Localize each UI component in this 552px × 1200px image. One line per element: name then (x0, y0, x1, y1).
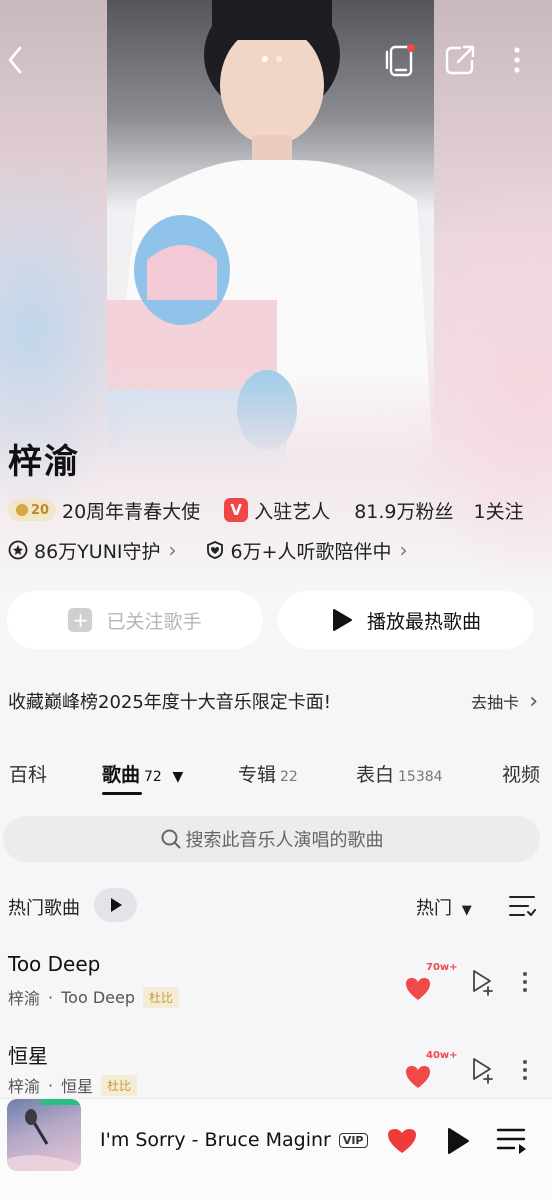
anniversary-badge-icon: 20 (8, 499, 56, 521)
tab-active-indicator (102, 792, 142, 795)
artist-info-row: 20 20周年青春大使 V 入驻艺人 81.9万粉丝 1关注 (8, 494, 548, 526)
vip-badge: VIP (338, 1132, 368, 1148)
more-icon[interactable] (516, 966, 534, 998)
caret-down-icon: ▼ (172, 769, 184, 785)
sort-dropdown[interactable]: 热门 ▼ (416, 894, 472, 920)
song-artist: 梓渝 (8, 989, 41, 1008)
tab-songs[interactable]: 歌曲 72 ▼ (102, 760, 183, 787)
fans-count[interactable]: 81.9万粉丝 (354, 497, 453, 524)
song-meta: 梓渝 · 恒星 杜比 (8, 1073, 138, 1097)
follow-label: 已关注歌手 (106, 610, 202, 633)
play-hot-songs-button[interactable]: 播放最热歌曲 (278, 591, 534, 649)
playlist-icon[interactable] (494, 1123, 530, 1159)
share-icon[interactable] (440, 40, 480, 80)
promo-text: 收藏巅峰榜2025年度十大音乐限定卡面! (8, 692, 332, 713)
list-item[interactable]: Too Deep 梓渝 · Too Deep 杜比 70w+ (0, 952, 552, 1022)
song-title: 恒星 (8, 1044, 48, 1068)
play-all-button[interactable] (94, 888, 137, 922)
verified-label[interactable]: 入驻艺人 (254, 497, 330, 524)
play-icon[interactable] (442, 1123, 474, 1159)
like-count: 40w+ (426, 1050, 458, 1061)
anniversary-label[interactable]: 20周年青春大使 (62, 497, 200, 524)
more-icon[interactable] (503, 42, 531, 78)
guard-label[interactable]: 86万YUNI守护 (34, 537, 161, 564)
chevron-right-icon: › (529, 688, 538, 714)
guard-icon (8, 540, 28, 560)
back-icon[interactable] (0, 42, 30, 78)
search-icon (160, 828, 182, 850)
song-album: 恒星 (61, 1077, 94, 1096)
hot-songs-title: 热门歌曲 (8, 898, 80, 919)
chevron-right-icon: › (168, 538, 177, 562)
following-count[interactable]: 1关注 (474, 497, 524, 524)
artist-tabs: 百科 歌曲 72 ▼ 专辑 22 表白 15384 视频 (0, 752, 552, 800)
promo-cta-label: 去抽卡 (471, 693, 520, 712)
search-placeholder: 搜索此音乐人演唱的歌曲 (185, 830, 384, 851)
heart-icon (406, 978, 430, 1000)
verified-icon: V (224, 498, 249, 522)
caret-down-icon: ▼ (461, 903, 472, 918)
more-icon[interactable] (516, 1054, 534, 1086)
like-button[interactable]: 40w+ (404, 1050, 458, 1090)
play-icon (110, 898, 122, 912)
now-playing-title[interactable]: I'm Sorry - Bruce Maginr VIP (100, 1129, 368, 1151)
promo-banner[interactable]: 收藏巅峰榜2025年度十大音乐限定卡面! 去抽卡 › (8, 686, 538, 716)
heart-icon[interactable] (384, 1123, 420, 1159)
play-icon (331, 608, 353, 632)
tab-wiki[interactable]: 百科 (9, 760, 47, 787)
song-list-header: 热门歌曲 热门 ▼ (0, 886, 552, 926)
song-title: Too Deep (8, 952, 101, 976)
top-bar (0, 0, 552, 120)
like-button[interactable]: 70w+ (404, 962, 458, 1002)
artist-stats-row: 86万YUNI守护 › 6万+人听歌陪伴中 › (8, 534, 436, 566)
device-icon[interactable] (380, 40, 420, 80)
anniversary-badge-text: 20 (30, 502, 50, 518)
add-to-playlist-icon[interactable] (468, 966, 498, 998)
like-count: 70w+ (426, 962, 458, 973)
song-search-input[interactable]: 搜索此音乐人演唱的歌曲 (3, 816, 540, 862)
mini-player[interactable]: I'm Sorry - Bruce Maginr VIP (0, 1098, 552, 1200)
song-meta: 梓渝 · Too Deep 杜比 (8, 985, 180, 1009)
artist-name: 梓渝 (8, 442, 80, 482)
follow-button[interactable]: + 已关注歌手 (7, 591, 263, 649)
chevron-right-icon: › (399, 538, 408, 562)
add-to-playlist-icon[interactable] (468, 1054, 498, 1086)
heart-icon (406, 1066, 430, 1088)
tab-albums[interactable]: 专辑 22 (238, 760, 298, 787)
play-hot-label: 播放最热歌曲 (366, 610, 481, 633)
promo-cta[interactable]: 去抽卡 › (471, 689, 538, 714)
listeners-label[interactable]: 6万+人听歌陪伴中 (231, 537, 392, 564)
now-playing-song: I'm Sorry - Bruce Maginr (100, 1129, 331, 1151)
song-artist: 梓渝 (8, 1077, 41, 1096)
tab-videos[interactable]: 视频 (502, 760, 540, 787)
tab-confessions[interactable]: 表白 15384 (356, 760, 443, 787)
album-art[interactable] (7, 1099, 81, 1171)
plus-icon: + (68, 608, 93, 632)
sort-icon[interactable] (506, 890, 538, 922)
dolby-badge: 杜比 (101, 1074, 138, 1096)
sort-label: 热门 (416, 898, 452, 919)
dolby-badge: 杜比 (143, 986, 180, 1008)
song-album: Too Deep (61, 987, 135, 1007)
companion-icon (205, 540, 225, 560)
carousel-dots (262, 56, 282, 62)
